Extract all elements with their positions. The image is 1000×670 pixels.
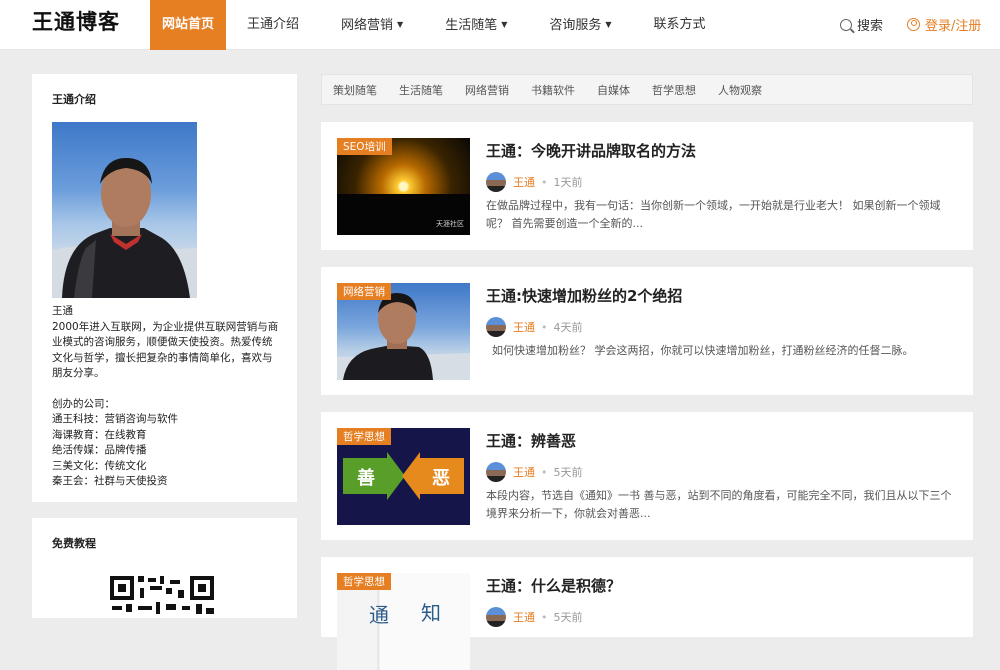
nav-consulting[interactable]: 咨询服务 ▼ — [528, 0, 632, 50]
author-photo-art — [52, 158, 197, 298]
author-name: 王通 — [52, 305, 73, 317]
post-card: 哲学思想 善 恶 王通：辨善恶 王通 • 5天前 本段内容，节选自《通知》一书 … — [321, 412, 973, 540]
separator-dot: • — [541, 465, 548, 479]
author-avatar[interactable] — [486, 172, 506, 192]
author-avatar[interactable] — [486, 462, 506, 482]
author-photo — [52, 122, 197, 298]
post-time: 5天前 — [553, 611, 583, 624]
nav-contact-label: 联系方式 — [653, 17, 706, 32]
nav-marketing-label: 网络营销 — [341, 18, 394, 33]
category-link[interactable]: 哲学思想 — [652, 82, 696, 98]
author-link[interactable]: 王通 — [513, 319, 535, 335]
separator-dot: • — [541, 610, 548, 624]
post-category-tag[interactable]: 哲学思想 — [337, 573, 391, 590]
book-glyph-left: 通 — [369, 603, 389, 627]
widget-title: 免费教程 — [52, 537, 96, 550]
category-link[interactable]: 网络营销 — [465, 82, 509, 98]
companies-title: 创办的公司： — [52, 397, 115, 410]
nav-home-label: 网站首页 — [162, 17, 215, 32]
site-logo[interactable]: 王通博客 — [32, 6, 120, 36]
post-meta: 王通 • 5天前 — [486, 607, 583, 627]
post-meta: 王通 • 4天前 — [486, 317, 583, 337]
image-watermark: 天涯社区 — [436, 220, 464, 228]
qr-code-image — [108, 574, 216, 618]
post-card: 哲学思想 通 知 王通：什么是积德？ 王通 • 5天前 — [321, 557, 973, 670]
author-intro-widget: 王通介绍 王通 2000年进入互联网，为企业提供互联网营销与商业模式的咨询服务，… — [32, 74, 297, 502]
company-item: 三美文化：传统文化 — [52, 459, 147, 472]
author-avatar[interactable] — [486, 317, 506, 337]
search-button[interactable]: 搜索 — [840, 15, 883, 34]
nav-marketing[interactable]: 网络营销 ▼ — [320, 0, 424, 50]
category-link[interactable]: 策划随笔 — [333, 82, 377, 98]
login-register-link[interactable]: 登录/注册 — [907, 15, 981, 34]
post-card: SEO培训 天涯社区 王通：今晚开讲品牌取名的方法 王通 • 1天前 在做品牌过… — [321, 122, 973, 250]
site-header: 王通博客 网站首页 王通介绍 网络营销 ▼ 生活随笔 ▼ 咨询服务 ▼ 联系方式 搜索… — [0, 0, 1000, 50]
nav-consulting-label: 咨询服务 — [549, 18, 602, 33]
image-glyph-left: 善 — [357, 468, 375, 489]
nav-life-label: 生活随笔 — [445, 18, 498, 33]
category-bar: 策划随笔 生活随笔 网络营销 书籍软件 自媒体 哲学思想 人物观察 — [321, 74, 973, 105]
book-glyph-right: 知 — [421, 601, 441, 625]
post-thumbnail[interactable]: SEO培训 天涯社区 — [337, 138, 470, 235]
widget-title: 王通介绍 — [52, 93, 96, 106]
separator-dot: • — [541, 320, 548, 334]
post-thumbnail[interactable]: 网络营销 — [337, 283, 470, 380]
chevron-down-icon: ▼ — [501, 20, 508, 29]
search-label: 搜索 — [857, 19, 884, 34]
company-item: 通王科技：营销咨询与软件 — [52, 413, 178, 425]
post-title[interactable]: 王通：什么是积德？ — [486, 575, 621, 596]
nav-about[interactable]: 王通介绍 — [226, 0, 320, 50]
user-icon — [907, 18, 920, 31]
post-excerpt: 如何快速增加粉丝？ 学会这两招，你就可以快速增加粉丝，打通粉丝经济的任督二脉。 — [492, 344, 914, 357]
author-link[interactable]: 王通 — [513, 609, 535, 625]
post-card: 网络营销 王通:快速增加粉丝的2个绝招 王通 • 4天前 如何快速增加粉丝？ 学… — [321, 267, 973, 395]
image-glyph-right: 恶 — [432, 468, 450, 489]
free-tutorial-widget: 免费教程 — [32, 518, 297, 618]
post-thumbnail[interactable]: 哲学思想 善 恶 — [337, 428, 470, 525]
post-excerpt: 本段内容，节选自《通知》一书 善与恶，站到不同的角度看，可能完全不同，我们且从以… — [486, 489, 952, 520]
main-nav: 网站首页 王通介绍 网络营销 ▼ 生活随笔 ▼ 咨询服务 ▼ 联系方式 — [150, 0, 727, 50]
qr-code-art — [108, 574, 216, 618]
post-time: 1天前 — [553, 176, 583, 189]
post-category-tag[interactable]: 网络营销 — [337, 283, 391, 300]
separator-dot: • — [541, 175, 548, 189]
author-link[interactable]: 王通 — [513, 174, 535, 190]
post-category-tag[interactable]: SEO培训 — [337, 138, 392, 155]
nav-home[interactable]: 网站首页 — [150, 0, 227, 50]
category-link[interactable]: 自媒体 — [597, 82, 630, 98]
login-register-label: 登录/注册 — [925, 19, 982, 34]
chevron-down-icon: ▼ — [605, 20, 612, 29]
author-bio-text: 2000年进入互联网，为企业提供互联网营销与商业模式的咨询服务，顺便做天使投资。… — [52, 320, 279, 380]
post-excerpt: 在做品牌过程中，我有一句话：当你创新一个领域，一开始就是行业老大！ 如果创新一个… — [486, 199, 941, 230]
post-time: 4天前 — [553, 321, 583, 334]
company-item: 绝活传媒：品牌传播 — [52, 444, 147, 456]
company-item: 秦王会：社群与天使投资 — [52, 475, 168, 487]
category-link[interactable]: 人物观察 — [718, 82, 762, 98]
search-icon — [840, 18, 852, 31]
author-link[interactable]: 王通 — [513, 464, 535, 480]
author-avatar[interactable] — [486, 607, 506, 627]
nav-life[interactable]: 生活随笔 ▼ — [424, 0, 528, 50]
nav-about-label: 王通介绍 — [247, 17, 300, 32]
company-item: 海课教育：在线教育 — [52, 428, 147, 441]
nav-contact[interactable]: 联系方式 — [633, 0, 727, 50]
post-meta: 王通 • 1天前 — [486, 172, 583, 192]
category-link[interactable]: 生活随笔 — [399, 82, 443, 98]
post-category-tag[interactable]: 哲学思想 — [337, 428, 391, 445]
author-bio: 王通 2000年进入互联网，为企业提供互联网营销与商业模式的咨询服务，顺便做天使… — [52, 304, 282, 490]
post-title[interactable]: 王通：辨善恶 — [486, 430, 576, 451]
post-title[interactable]: 王通:快速增加粉丝的2个绝招 — [486, 285, 682, 306]
post-time: 5天前 — [553, 466, 583, 479]
category-link[interactable]: 书籍软件 — [531, 82, 575, 98]
post-title[interactable]: 王通：今晚开讲品牌取名的方法 — [486, 140, 696, 161]
chevron-down-icon: ▼ — [397, 20, 404, 29]
post-meta: 王通 • 5天前 — [486, 462, 583, 482]
post-thumbnail[interactable]: 哲学思想 通 知 — [337, 573, 470, 670]
